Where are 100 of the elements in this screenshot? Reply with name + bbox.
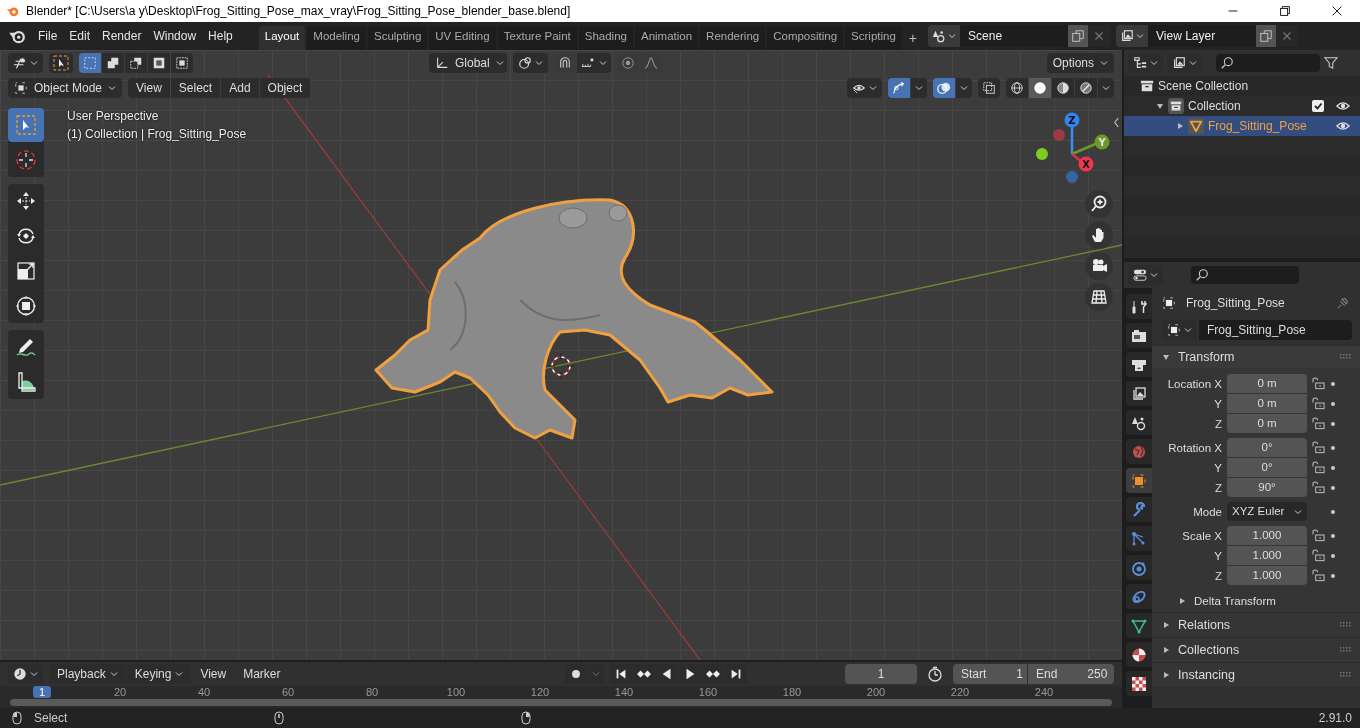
properties-tab[interactable] (1126, 642, 1152, 667)
keyframe-dot-icon[interactable] (1330, 508, 1336, 515)
rotation-mode-dropdown[interactable]: XYZ Euler (1227, 502, 1307, 521)
orientation-dropdown[interactable]: Global (429, 52, 507, 73)
playhead-frame-badge[interactable]: 1 (33, 686, 51, 698)
shading-mode-button[interactable] (1029, 77, 1051, 98)
horizontal-scrollbar[interactable] (10, 699, 1112, 706)
number-field[interactable]: 0 m (1227, 394, 1307, 413)
workspace-tab[interactable]: Texture Paint (497, 26, 577, 50)
view-layer-selector-button[interactable] (1116, 25, 1149, 47)
keyframe-dot-icon[interactable] (1330, 400, 1336, 407)
workspace-tab[interactable]: Modeling (307, 26, 366, 50)
keyframe-dot-icon[interactable] (1330, 444, 1336, 451)
frog-model-drawing[interactable] (374, 198, 774, 440)
disclosure-triangle-icon[interactable] (1156, 102, 1164, 110)
workspace-tab[interactable]: Animation (634, 26, 699, 50)
keyframe-dot-icon[interactable] (1330, 484, 1336, 491)
menu-item[interactable]: Help (202, 26, 239, 46)
menu-item[interactable]: Window (147, 26, 203, 46)
axis-gizmo-drawing[interactable] (1036, 112, 1110, 183)
selection-mode-button[interactable] (148, 52, 170, 73)
current-frame-field[interactable]: 1 (845, 664, 917, 684)
record-button[interactable] (564, 664, 587, 684)
workspace-tab[interactable]: Layout (258, 26, 306, 50)
eye-icon[interactable] (1336, 99, 1350, 113)
panel-header[interactable]: Collections (1152, 637, 1360, 662)
object-browse-dropdown[interactable] (1162, 320, 1197, 340)
next-keyframe-button[interactable] (701, 664, 724, 684)
eye-icon[interactable] (1336, 119, 1350, 133)
subpanel-header[interactable]: Delta Transform (1152, 590, 1360, 612)
gizmo-toggle[interactable] (888, 77, 910, 98)
number-field[interactable]: 0 m (1227, 414, 1307, 433)
padlock-icon[interactable] (1312, 397, 1325, 410)
gizmo-dropdown[interactable] (911, 77, 927, 98)
play-reverse-button[interactable] (655, 664, 678, 684)
properties-tab[interactable] (1126, 671, 1152, 696)
number-field[interactable]: 90° (1227, 478, 1307, 497)
padlock-icon[interactable] (1312, 461, 1325, 474)
pan-button[interactable] (1085, 221, 1113, 249)
workspace-tab[interactable]: Rendering (700, 26, 766, 50)
number-field[interactable]: 0 m (1227, 374, 1307, 393)
keyframe-dot-icon[interactable] (1330, 420, 1336, 427)
keyframe-dot-icon[interactable] (1330, 464, 1336, 471)
padlock-icon[interactable] (1312, 529, 1325, 542)
duplicate-button[interactable] (1068, 25, 1089, 47)
padlock-icon[interactable] (1312, 377, 1325, 390)
workspace-tab[interactable]: Scripting (845, 26, 902, 50)
keyframe-dot-icon[interactable] (1330, 552, 1336, 559)
timeline-menu[interactable]: Marker (235, 664, 289, 684)
jump-start-button[interactable] (609, 664, 632, 684)
view-layer-name-field[interactable]: View Layer (1148, 25, 1257, 47)
properties-tab[interactable] (1126, 352, 1152, 377)
selection-mode-button[interactable] (102, 52, 124, 73)
xray-toggle[interactable] (978, 77, 1000, 98)
properties-tab[interactable] (1126, 410, 1152, 435)
shading-mode-button[interactable] (1075, 77, 1097, 98)
drag-grip-icon[interactable] (1340, 647, 1352, 653)
padlock-icon[interactable] (1312, 569, 1325, 582)
padlock-icon[interactable] (1312, 441, 1325, 454)
keyframe-dot-icon[interactable] (1330, 532, 1336, 539)
3d-cursor-icon[interactable] (547, 352, 575, 380)
menu-item[interactable]: Edit (63, 26, 97, 46)
number-field[interactable]: 1.000 (1227, 526, 1307, 545)
padlock-icon[interactable] (1312, 417, 1325, 430)
pivot-point-dropdown[interactable] (513, 52, 548, 73)
scene-selector-button[interactable] (928, 25, 961, 47)
padlock-icon[interactable] (1312, 481, 1325, 494)
panel-header[interactable]: Instancing (1152, 662, 1360, 687)
keyframe-dot-icon[interactable] (1330, 572, 1336, 579)
previous-keyframe-button[interactable] (632, 664, 655, 684)
options-dropdown[interactable]: Options (1046, 52, 1114, 73)
snap-target-dropdown[interactable] (577, 52, 611, 73)
drag-grip-icon[interactable] (1340, 354, 1352, 360)
camera-view-button[interactable] (1085, 252, 1113, 280)
drag-grip-icon[interactable] (1340, 622, 1352, 628)
mode-dropdown[interactable]: Object Mode (8, 77, 123, 98)
overlay-dropdown[interactable] (956, 77, 972, 98)
properties-tab[interactable] (1126, 381, 1152, 406)
editor-type-button[interactable] (1128, 53, 1163, 73)
number-field[interactable]: 1.000 (1227, 546, 1307, 565)
exclude-checkbox[interactable] (1312, 100, 1324, 112)
end-frame-field[interactable]: End 250 (1028, 664, 1114, 684)
active-tool-button[interactable] (49, 52, 73, 73)
stopwatch-icon[interactable] (927, 666, 943, 682)
display-mode-dropdown[interactable] (1167, 53, 1202, 73)
editor-type-button[interactable] (1128, 265, 1163, 285)
duplicate-button[interactable] (1256, 25, 1277, 47)
close-icon[interactable] (1330, 4, 1344, 18)
object-name-field[interactable]: Frog_Sitting_Pose (1199, 320, 1352, 340)
jump-end-button[interactable] (724, 664, 747, 684)
viewport-menu[interactable]: Add (221, 77, 259, 98)
timeline-menu[interactable]: Keying (126, 664, 192, 684)
pin-icon[interactable] (1336, 296, 1350, 310)
start-frame-field[interactable]: Start 1 (953, 664, 1027, 684)
search-field[interactable] (1191, 266, 1299, 284)
keyframe-dot-icon[interactable] (1330, 380, 1336, 387)
visibility-dropdown[interactable] (847, 77, 882, 98)
drag-grip-icon[interactable] (1340, 672, 1352, 678)
editor-type-button[interactable] (8, 52, 43, 73)
selection-mode-button[interactable] (79, 52, 101, 73)
